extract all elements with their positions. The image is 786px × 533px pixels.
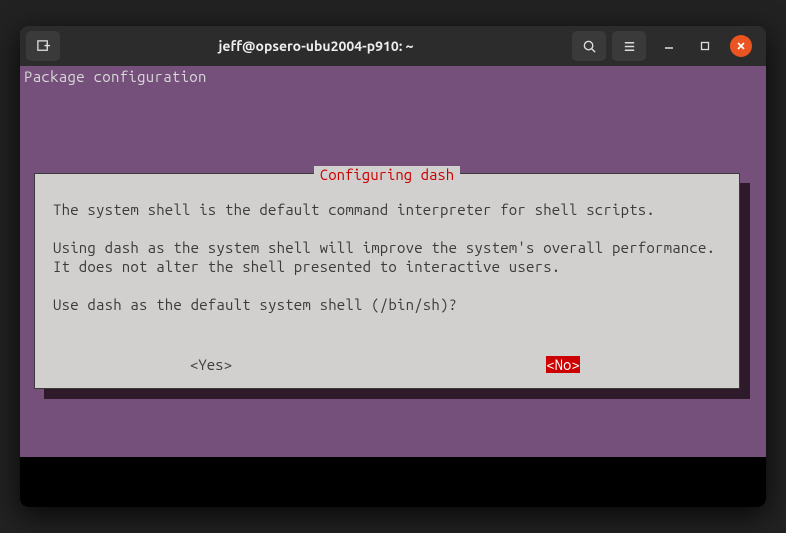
window-title: jeff@opsero-ubu2004-p910: ~ <box>66 38 566 54</box>
menu-button[interactable] <box>612 31 646 61</box>
close-icon <box>736 41 746 51</box>
dialog-body: The system shell is the default command … <box>35 174 739 314</box>
search-button[interactable] <box>572 31 606 61</box>
maximize-button[interactable] <box>694 35 716 57</box>
terminal-area[interactable]: Package configuration Configuring dash T… <box>20 66 766 507</box>
close-button[interactable] <box>730 35 752 57</box>
yes-button[interactable]: <Yes> <box>35 355 387 374</box>
new-tab-button[interactable] <box>26 31 60 61</box>
hamburger-icon <box>622 39 637 54</box>
dialog-title: Configuring dash <box>314 166 460 183</box>
maximize-icon <box>700 41 710 51</box>
terminal-window: jeff@opsero-ubu2004-p910: ~ <box>20 26 766 507</box>
minimize-icon <box>664 41 674 51</box>
dialog-para2: Using dash as the system shell will impr… <box>53 238 721 276</box>
new-tab-icon <box>36 39 51 54</box>
dialog-para1: The system shell is the default command … <box>53 200 721 219</box>
dialog-title-row: Configuring dash <box>35 165 739 184</box>
no-button[interactable]: <No> <box>387 355 739 374</box>
package-config-header: Package configuration <box>20 66 766 86</box>
search-icon <box>582 39 597 54</box>
terminal-bottom-area <box>20 457 766 507</box>
dialog-question: Use dash as the default system shell (/b… <box>53 295 721 314</box>
window-controls <box>652 35 760 57</box>
dialog-choices: <Yes> <No> <box>35 355 739 374</box>
debconf-dialog: Configuring dash The system shell is the… <box>34 173 740 389</box>
minimize-button[interactable] <box>658 35 680 57</box>
titlebar: jeff@opsero-ubu2004-p910: ~ <box>20 26 766 66</box>
